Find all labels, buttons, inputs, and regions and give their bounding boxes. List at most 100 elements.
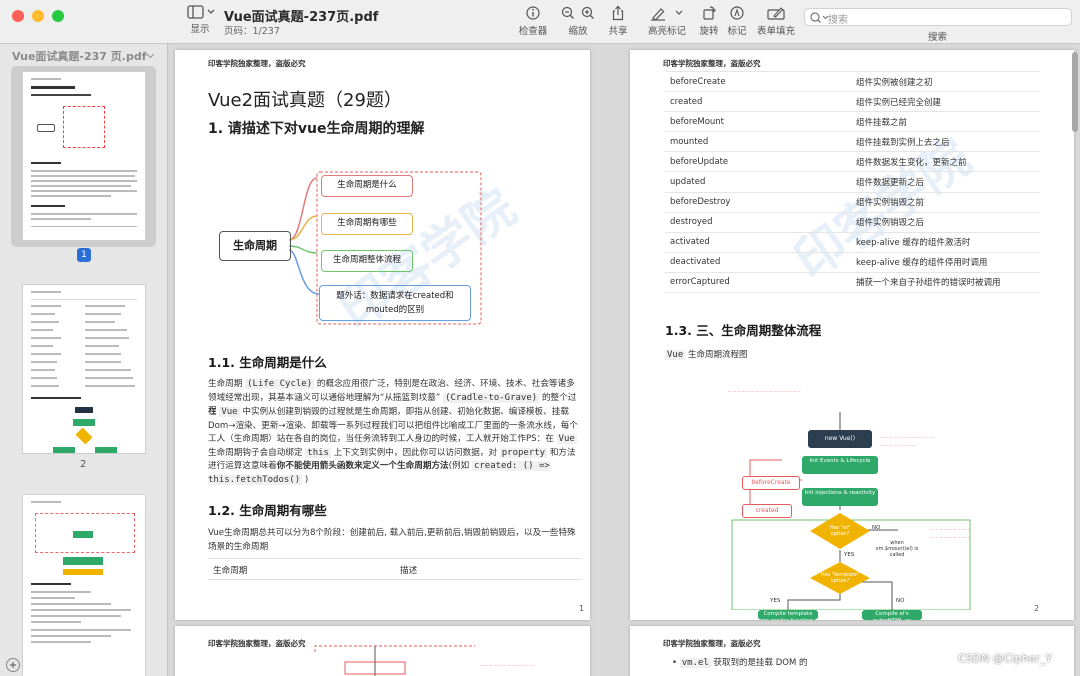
inspector-button[interactable]: 检查器 [515, 5, 551, 37]
table-row: destroyed 组件实例销毁之后 [665, 211, 1039, 233]
svg-text:— — — — — — — — — — — — — — —: — — — — — — — — — — — — — — — — [728, 389, 801, 393]
lifecycle-hook-description: 组件数据发生变化，更新之前 [851, 151, 1039, 173]
lifecycle-hook-description: 组件实例被创建之初 [851, 70, 1039, 93]
chevron-down-icon [146, 53, 155, 59]
pdf-page-4[interactable]: 印客学院独家整理，盗版必究 • vm.el 获取到的是挂载 DOM 的 [630, 626, 1074, 676]
flow-when-mount: when vm.$mount(el) is called [875, 540, 919, 558]
form-fill-label: 表单填充 [756, 26, 795, 37]
thumb-mind-box [63, 106, 105, 148]
sidebar-display-button[interactable]: 显示 [182, 5, 218, 35]
mind-map-branch-2: 生命周期有哪些 [321, 213, 413, 235]
csdn-credit: CSDN @Cipher_Y [958, 652, 1053, 665]
share-icon [612, 5, 624, 21]
lifecycle-hook-name: beforeMount [665, 111, 851, 133]
document-canvas[interactable]: 印客学院独家整理，盗版必究 印客学院 Vue2面试真题（29题） 1. 请描述下… [169, 44, 1080, 676]
info-icon [526, 6, 540, 20]
thumbnail-page-3[interactable] [22, 494, 146, 676]
flow-init-events: Init Events & Lifecycle [802, 456, 878, 474]
lifecycle-hook-name: beforeUpdate [665, 151, 851, 173]
lifecycle-table: beforeCreate 组件实例被创建之初 created 组件实例已经完全创建 be… [665, 70, 1039, 294]
page-indicator: 页码：1/237 [224, 26, 280, 37]
lifecycle-hook-description: keep-alive 缓存的组件激活时 [851, 231, 1039, 253]
lifecycle-hook-name: mounted [665, 131, 851, 153]
close-window-button[interactable] [12, 10, 24, 22]
svg-text:— — — — — — — —: — — — — — — — — [880, 443, 916, 447]
rotate-label: 旋转 [699, 26, 719, 37]
svg-text:— — — — — — — — — — — —: — — — — — — — — — — — — [880, 435, 935, 439]
lifecycle-hook-description: 组件挂载到实例上去之后 [851, 131, 1039, 153]
highlight-button[interactable]: 高亮标记 [645, 5, 689, 37]
section-heading-1-1: 1.1. 生命周期是什么 [208, 355, 327, 370]
section-heading-1-3: 1.3. 三、生命周期整体流程 [665, 323, 822, 338]
thumb-flow-node [63, 557, 103, 565]
lifecycle-hook-description: keep-alive 缓存的组件停用时调用 [851, 251, 1039, 273]
lifecycle-hook-description: 组件数据更新之后 [851, 171, 1039, 193]
section-heading-1-2: 1.2. 生命周期有哪些 [208, 503, 327, 518]
flow-label-yes-2: YES [770, 598, 781, 604]
share-button[interactable]: 共享 [605, 5, 631, 37]
rotate-icon [703, 6, 716, 20]
lifecycle-hook-name: updated [665, 171, 851, 193]
rotate-button[interactable]: 旋转 [696, 5, 722, 37]
lifecycle-hook-description: 捕获一个来自子孙组件的错误时被调用 [851, 271, 1039, 294]
table-row: mounted 组件挂载到实例上去之后 [665, 131, 1039, 153]
markup-label: 标记 [727, 26, 747, 37]
table-row: updated 组件数据更新之后 [665, 171, 1039, 193]
svg-text:— — — — — — — — —: — — — — — — — — — [930, 535, 971, 539]
minimize-window-button[interactable] [32, 10, 44, 22]
svg-text:— — — — — — — — — — — —: — — — — — — — — — — — — [480, 663, 535, 667]
scrollbar-thumb[interactable] [1072, 52, 1078, 132]
search-field[interactable]: 搜索 [804, 8, 1072, 26]
sidebar-icon [187, 5, 215, 19]
pdf-page-1[interactable]: 印客学院独家整理，盗版必究 印客学院 Vue2面试真题（29题） 1. 请描述下… [175, 50, 590, 620]
flow-before-create: beforeCreate [742, 476, 800, 490]
lifecycle-hook-name: beforeDestroy [665, 191, 851, 213]
table-row: beforeMount 组件挂载之前 [665, 111, 1039, 133]
preview-window: 显示 Vue面试真题-237页.pdf 页码：1/237 检查器 缩放 共享 高… [0, 0, 1080, 676]
pdf-page-3[interactable]: 印客学院独家整理，盗版必究 — — — — — — — — — — — — [175, 626, 590, 676]
add-page-button[interactable] [6, 658, 20, 672]
sidebar-doc-title[interactable]: Vue面试真题-237 页.pdf [12, 48, 155, 64]
table-row: errorCaptured 捕获一个来自子孙组件的错误时被调用 [665, 271, 1039, 294]
page-header: 印客学院独家整理，盗版必究 [208, 59, 306, 68]
table-row: created 组件实例已经完全创建 [665, 91, 1039, 113]
bullet-item: • vm.el 获取到的是挂载 DOM 的 [672, 658, 808, 668]
flow-label-no-2: NO [896, 598, 905, 604]
lifecycle-hook-name: beforeCreate [665, 70, 851, 93]
table-header-description: 描述 [400, 566, 418, 576]
zoom-window-button[interactable] [52, 10, 64, 22]
flow-compile-template: Compile template into render function * [758, 610, 818, 620]
flowchart-fragment: — — — — — — — — — — — — [314, 645, 535, 676]
flow-label-yes: YES [844, 552, 855, 558]
paragraph-lifecycle-stages: Vue生命周期总共可以分为8个阶段：创建前后, 载入前后,更新前后,销毁前销毁后… [208, 528, 576, 552]
pdf-page-2[interactable]: 印客学院独家整理，盗版必究 印客学院 beforeCreate 组件实例被创建之初… [630, 50, 1074, 620]
markup-button[interactable]: 标记 [724, 5, 750, 37]
inspector-label: 检查器 [518, 26, 548, 37]
table-row: beforeCreate 组件实例被创建之初 [665, 70, 1039, 93]
page-number: 1 [579, 604, 585, 613]
thumb-flow-node [73, 531, 93, 538]
display-label: 显示 [190, 24, 210, 35]
thumbnail-page-2[interactable] [22, 284, 146, 454]
lifecycle-hook-description: 组件挂载之前 [851, 111, 1039, 133]
thumbnail-page-1[interactable] [22, 71, 146, 241]
plus-icon [10, 662, 16, 668]
table-row: beforeDestroy 组件实例销毁之前 [665, 191, 1039, 213]
thumb-flow-node [75, 407, 93, 413]
flow-new-vue: new Vue() [808, 430, 872, 448]
question-heading: 1. 请描述下对vue生命周期的理解 [208, 121, 425, 137]
search-label: 搜索 [928, 32, 948, 43]
lifecycle-hook-name: activated [665, 231, 851, 253]
zoom-control[interactable]: 缩放 [556, 5, 600, 37]
markup-pen-icon [730, 6, 744, 20]
thumb-mind-center [37, 124, 55, 132]
lifecycle-table-header: 生命周期 描述 [208, 558, 582, 580]
thumb-page-number-badge: 1 [77, 248, 91, 262]
form-fill-icon [767, 7, 785, 20]
toolbar: 显示 Vue面试真题-237页.pdf 页码：1/237 检查器 缩放 共享 高… [0, 0, 1080, 44]
zoom-label: 缩放 [568, 26, 588, 37]
form-fill-button[interactable]: 表单填充 [756, 5, 796, 37]
thumbnail-sidebar[interactable]: Vue面试真题-237 页.pdf 1 2 [0, 44, 168, 676]
mind-map-branch-1: 生命周期是什么 [321, 175, 413, 197]
highlighter-icon [651, 8, 683, 21]
